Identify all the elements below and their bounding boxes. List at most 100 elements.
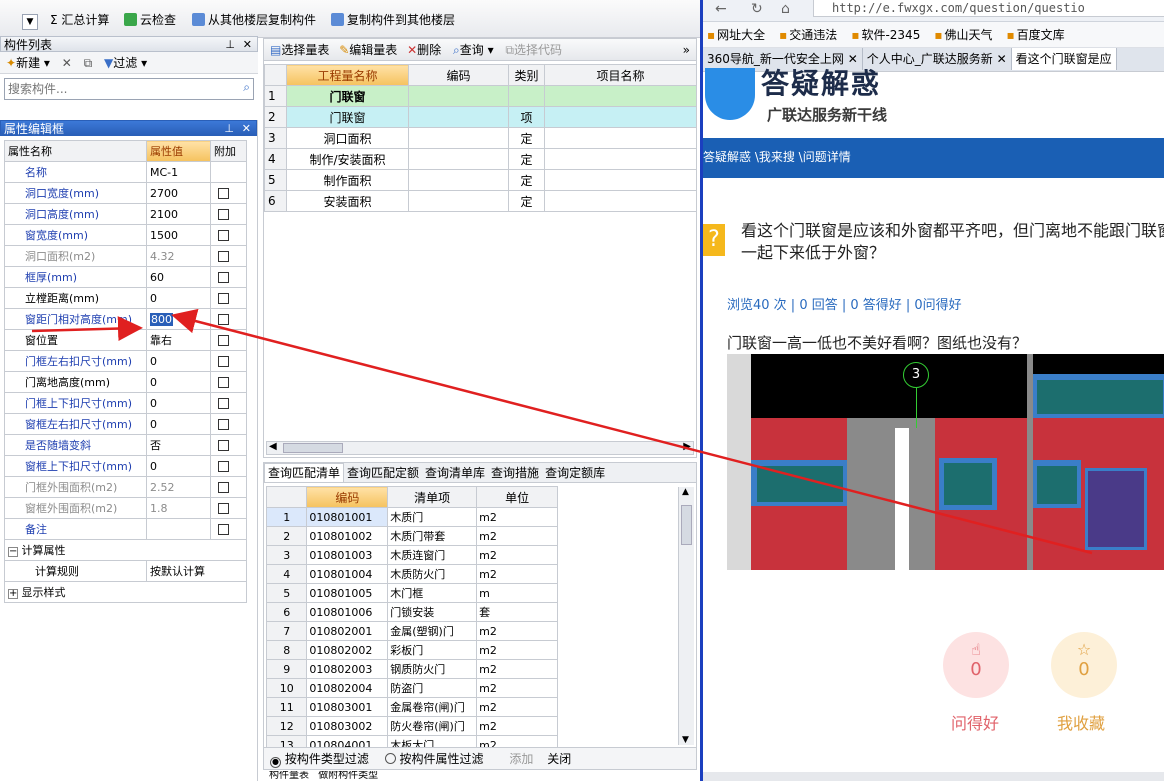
- attach-checkbox[interactable]: [218, 377, 229, 388]
- quantity-row[interactable]: 5 制作面积 定: [264, 169, 697, 191]
- attach-checkbox[interactable]: [218, 230, 229, 241]
- copy-from-floor-button[interactable]: 从其他楼层复制构件: [192, 11, 316, 29]
- bookmark-item[interactable]: ▪ 百度文库: [1006, 28, 1064, 42]
- quantity-row[interactable]: 2 门联窗 项: [264, 106, 697, 128]
- match-tab[interactable]: 查询措施: [488, 464, 542, 482]
- attach-checkbox[interactable]: [218, 272, 229, 283]
- delete-icon[interactable]: ✕: [62, 56, 72, 70]
- property-value[interactable]: [146, 518, 211, 540]
- delete-button[interactable]: ✕删除: [407, 43, 441, 57]
- attach-checkbox[interactable]: [218, 356, 229, 367]
- property-value[interactable]: 0: [146, 413, 211, 435]
- cloud-check-button[interactable]: 云检查: [124, 11, 176, 29]
- attach-checkbox[interactable]: [218, 503, 229, 514]
- property-value[interactable]: MC-1: [146, 161, 211, 183]
- close-icon[interactable]: ✕: [243, 37, 252, 53]
- match-row[interactable]: 4 010801004 木质防火门 m2: [265, 564, 558, 584]
- browser-tab[interactable]: 看这个门联窗是应: [1011, 48, 1117, 70]
- back-icon[interactable]: ←: [715, 1, 727, 17]
- attach-checkbox[interactable]: [218, 440, 229, 451]
- attach-checkbox[interactable]: [218, 209, 229, 220]
- property-value[interactable]: 0: [146, 392, 211, 414]
- attach-checkbox[interactable]: [218, 188, 229, 199]
- scroll-down-icon[interactable]: ▼: [682, 735, 689, 745]
- attach-checkbox[interactable]: [218, 398, 229, 409]
- attach-checkbox[interactable]: [218, 524, 229, 535]
- attach-checkbox[interactable]: [218, 461, 229, 472]
- attach-checkbox[interactable]: [218, 314, 229, 325]
- property-value[interactable]: 0: [146, 371, 211, 393]
- breadcrumb[interactable]: 答疑解惑 \我来搜 \问题详情: [703, 150, 851, 164]
- match-row[interactable]: 11 010803001 金属卷帘(闸)门 m2: [265, 697, 558, 717]
- scroll-up-icon[interactable]: ▲: [682, 487, 689, 497]
- tab-component-table[interactable]: 构件量表: [269, 771, 309, 781]
- property-value[interactable]: 800: [146, 308, 211, 330]
- search-icon[interactable]: ⌕: [243, 80, 250, 95]
- property-value[interactable]: 2700: [146, 182, 211, 204]
- search-input[interactable]: [5, 79, 205, 99]
- match-tab[interactable]: 查询定额库: [542, 464, 608, 482]
- property-value-selected[interactable]: 800: [150, 312, 173, 326]
- property-value[interactable]: 1500: [146, 224, 211, 246]
- attach-checkbox[interactable]: [218, 482, 229, 493]
- attach-checkbox[interactable]: [218, 293, 229, 304]
- match-tab[interactable]: 查询匹配定额: [344, 464, 422, 482]
- attach-checkbox[interactable]: [218, 251, 229, 262]
- match-tab[interactable]: 查询匹配清单: [264, 463, 345, 482]
- property-value[interactable]: 2100: [146, 203, 211, 225]
- new-button[interactable]: ✦新建 ▾: [6, 56, 50, 70]
- bookmark-item[interactable]: ▪ 网址大全: [707, 28, 765, 42]
- match-row[interactable]: 8 010802002 彩板门 m2: [265, 640, 558, 660]
- refresh-icon[interactable]: ↻: [751, 1, 763, 17]
- bookmark-item[interactable]: ▪ 软件-2345: [851, 28, 920, 42]
- match-row[interactable]: 10 010802004 防盗门 m2: [265, 678, 558, 698]
- copy-icon[interactable]: ⧉: [84, 56, 93, 70]
- property-value[interactable]: 否: [146, 434, 211, 456]
- pin-icon[interactable]: ᅟ⊥: [215, 37, 235, 53]
- property-value[interactable]: 1.8: [146, 497, 211, 519]
- match-row[interactable]: 3 010801003 木质连窗门 m2: [265, 545, 558, 565]
- group-display-style[interactable]: + 显示样式: [4, 581, 247, 603]
- property-value[interactable]: 0: [146, 455, 211, 477]
- match-tab[interactable]: 查询清单库: [422, 464, 488, 482]
- like-button[interactable]: ☝ 0: [943, 632, 1009, 698]
- filter-button[interactable]: ▼过滤 ▾: [104, 56, 147, 70]
- home-icon[interactable]: ⌂: [781, 1, 790, 17]
- add-button[interactable]: 添加: [509, 752, 533, 766]
- match-row[interactable]: 12 010803002 防火卷帘(闸)门 m2: [265, 716, 558, 736]
- property-value[interactable]: 2.52: [146, 476, 211, 498]
- browser-tab[interactable]: 个人中心_广联达服务新 ✕: [863, 48, 1012, 70]
- url-field[interactable]: http://e.fwxgx.com/question/questio: [813, 0, 1164, 17]
- vertical-scrollbar[interactable]: ▲ ▼: [678, 487, 694, 745]
- quantity-row[interactable]: 1 门联窗: [264, 85, 697, 107]
- scroll-left-icon[interactable]: ◀: [269, 441, 277, 452]
- property-value[interactable]: 4.32: [146, 245, 211, 267]
- match-row[interactable]: 5 010801005 木门框 m: [265, 583, 558, 603]
- match-row[interactable]: 2 010801002 木质门带套 m2: [265, 526, 558, 546]
- group-calc-attr[interactable]: − 计算属性: [4, 539, 247, 561]
- match-row[interactable]: 9 010802003 钢质防火门 m2: [265, 659, 558, 679]
- filter-by-type-radio[interactable]: ● 按构件类型过滤: [270, 752, 369, 768]
- property-value[interactable]: 靠右: [146, 329, 211, 351]
- edit-table-button[interactable]: ✎编辑量表: [339, 43, 397, 57]
- scroll-thumb[interactable]: [681, 505, 692, 545]
- attach-checkbox[interactable]: [218, 335, 229, 346]
- select-code-button[interactable]: ⧉选择代码: [505, 43, 562, 57]
- tab-attach-type[interactable]: 做附构件类型: [318, 771, 378, 781]
- quantity-row[interactable]: 3 洞口面积 定: [264, 127, 697, 149]
- pin-icon[interactable]: ⊥: [224, 121, 234, 137]
- filter-by-attr-radio[interactable]: 按构件属性过滤: [384, 752, 484, 766]
- toolbar-dropdown[interactable]: ▼: [2, 11, 38, 30]
- quantity-row[interactable]: 6 安装面积 定: [264, 190, 697, 212]
- sum-calc-button[interactable]: Σ 汇总计算: [50, 11, 109, 29]
- horizontal-scrollbar[interactable]: ◀ ▶: [266, 441, 694, 455]
- close-icon[interactable]: ✕: [242, 121, 251, 137]
- scroll-right-icon[interactable]: ▶: [683, 441, 691, 452]
- favorite-button[interactable]: ☆ 0: [1051, 632, 1117, 698]
- bookmark-item[interactable]: ▪ 交通违法: [779, 28, 837, 42]
- property-value[interactable]: 0: [146, 350, 211, 372]
- copy-to-floor-button[interactable]: 复制构件到其他楼层: [331, 11, 455, 29]
- query-button[interactable]: ⌕查询 ▾: [453, 43, 494, 57]
- match-row[interactable]: 7 010802001 金属(塑钢)门 m2: [265, 621, 558, 641]
- calc-rule-value[interactable]: 按默认计算: [146, 560, 247, 582]
